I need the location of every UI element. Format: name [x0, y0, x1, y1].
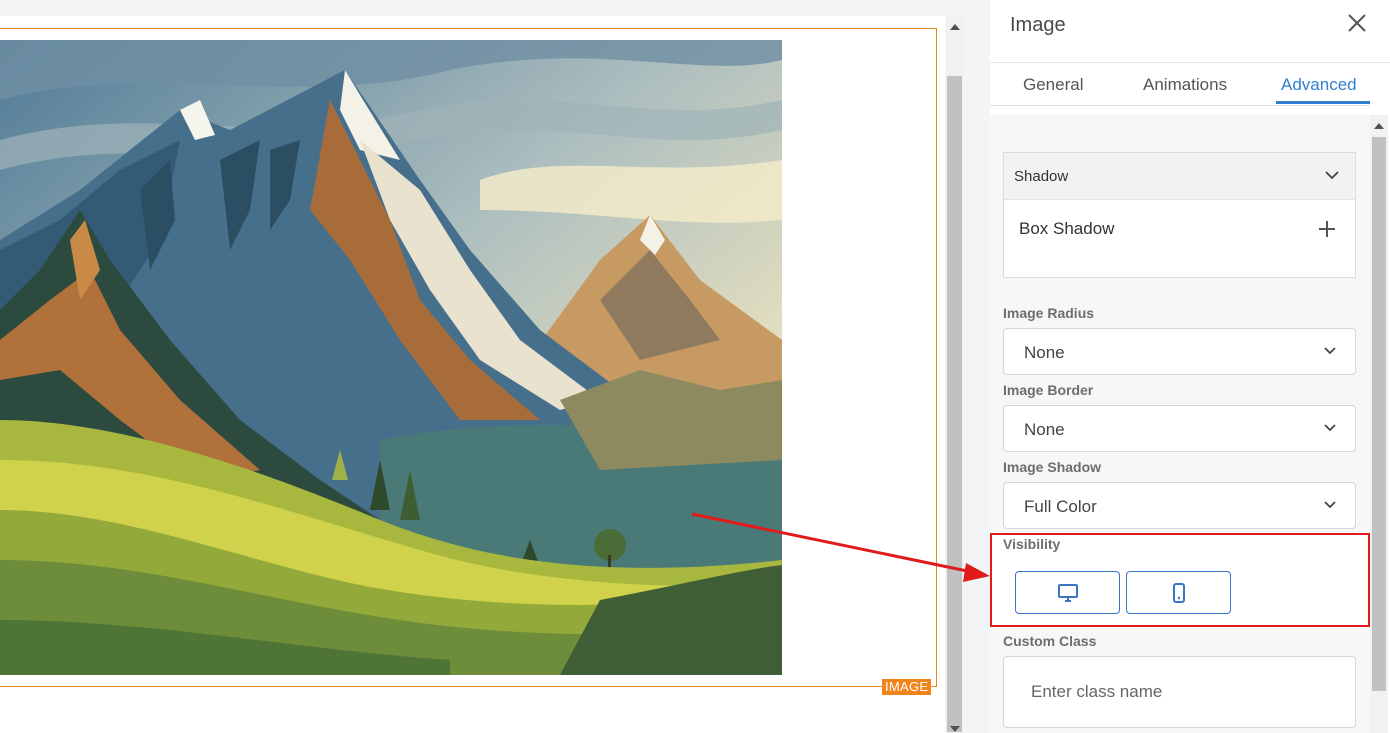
- scrollbar-thumb[interactable]: [947, 76, 962, 732]
- panel-tabs: General Animations Advanced: [990, 63, 1370, 106]
- image-shadow-select[interactable]: Full Color: [1003, 482, 1356, 529]
- image-radius-value: None: [1024, 343, 1065, 362]
- chevron-down-icon: [1322, 420, 1338, 441]
- visibility-desktop-button[interactable]: [1015, 571, 1120, 614]
- panel-gutter: [963, 0, 990, 733]
- tab-animations[interactable]: Animations: [1143, 75, 1227, 95]
- panel-title: Image: [1010, 14, 1066, 36]
- mountain-landscape-image[interactable]: [0, 40, 782, 675]
- canvas-top-bar: [0, 0, 940, 16]
- scroll-down-arrow-icon[interactable]: [950, 726, 960, 732]
- image-border-select[interactable]: None: [1003, 405, 1356, 452]
- image-border-label: Image Border: [1003, 382, 1094, 398]
- element-type-badge: IMAGE: [882, 679, 932, 695]
- box-shadow-label: Box Shadow: [1019, 219, 1115, 238]
- mobile-icon: [1172, 582, 1185, 603]
- tab-general[interactable]: General: [1023, 75, 1083, 95]
- shadow-section-title: Shadow: [1014, 168, 1069, 185]
- canvas-scrollbar[interactable]: [946, 16, 963, 733]
- settings-panel: Image General Animations Advanced Shadow…: [990, 0, 1390, 733]
- image-border-value: None: [1024, 420, 1065, 439]
- scrollbar-thumb[interactable]: [1372, 137, 1386, 691]
- image-shadow-label: Image Shadow: [1003, 459, 1102, 475]
- visibility-mobile-button[interactable]: [1126, 571, 1231, 614]
- active-tab-indicator: [1276, 101, 1370, 104]
- close-icon[interactable]: [1346, 12, 1368, 34]
- scroll-up-arrow-icon[interactable]: [950, 24, 960, 30]
- add-box-shadow-plus-icon[interactable]: [1317, 219, 1337, 244]
- panel-header: Image: [990, 0, 1390, 63]
- custom-class-label: Custom Class: [1003, 633, 1097, 649]
- shadow-section: Shadow Box Shadow: [1003, 152, 1356, 278]
- shadow-section-header[interactable]: Shadow: [1004, 153, 1355, 200]
- visibility-label: Visibility: [1003, 536, 1061, 552]
- desktop-icon: [1057, 583, 1078, 602]
- custom-class-input[interactable]: [1003, 656, 1356, 728]
- chevron-down-icon: [1324, 167, 1340, 188]
- tab-advanced[interactable]: Advanced: [1281, 75, 1357, 95]
- chevron-down-icon: [1322, 343, 1338, 364]
- image-shadow-value: Full Color: [1024, 497, 1097, 516]
- panel-scrollbar[interactable]: [1370, 115, 1388, 733]
- image-radius-label: Image Radius: [1003, 305, 1095, 321]
- chevron-down-icon: [1322, 497, 1338, 518]
- image-radius-select[interactable]: None: [1003, 328, 1356, 375]
- scroll-up-arrow-icon[interactable]: [1374, 123, 1384, 129]
